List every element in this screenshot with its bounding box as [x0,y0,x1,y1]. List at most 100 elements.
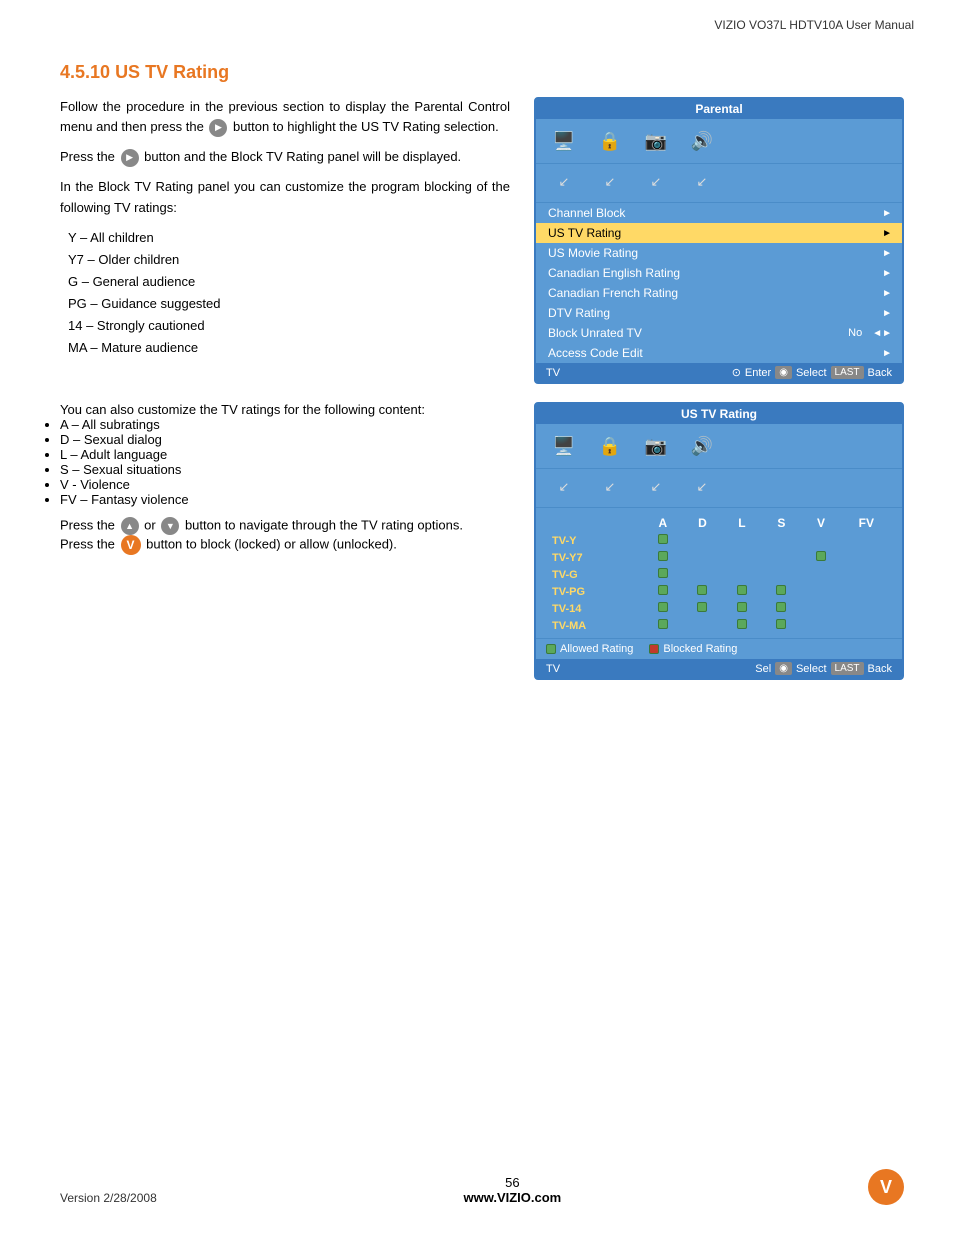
menu-item-block-unrated[interactable]: Block Unrated TV No ◄► [536,323,902,343]
menu-item-us-movie-rating[interactable]: US Movie Rating ► [536,243,902,263]
tv-rating-panel-footer: TV Sel ◉ Select LAST Back [536,659,902,678]
section-title: 4.5.10 US TV Rating [60,62,904,83]
menu-item-label: Canadian French Rating [548,286,678,300]
nav-down-button-icon: ▼ [161,517,179,535]
cell-tvg-v [801,566,841,583]
menu-item-dtv-rating[interactable]: DTV Rating ► [536,303,902,323]
cell-tvpg-v [801,583,841,600]
rating-dot-allowed [816,551,826,561]
footer-version: Version 2/28/2008 [60,1191,157,1205]
table-row: TV-Y7 [546,549,892,566]
tv-sub-icon-1: ↙ [546,471,582,503]
parental-sub-icon-4: ↙ [684,166,720,198]
tv-icon-lock: 🔒 [592,430,628,462]
tv-icon-speaker: 🔊 [684,430,720,462]
menu-item-label: US Movie Rating [548,246,638,260]
menu-item-access-code[interactable]: Access Code Edit ► [536,343,902,363]
row-label-tv14: TV-14 [546,600,643,617]
content-rating-item: V - Violence [60,477,510,492]
parental-menu: Channel Block ► US TV Rating ► US Movie … [536,203,902,363]
content-rating-item: D – Sexual dialog [60,432,510,447]
cell-tvma-fv [841,617,892,634]
col-v: V [801,514,841,532]
menu-item-canadian-english[interactable]: Canadian English Rating ► [536,263,902,283]
menu-item-canadian-french[interactable]: Canadian French Rating ► [536,283,902,303]
row-label-tvg: TV-G [546,566,643,583]
rating-dot-allowed [697,602,707,612]
rating-legend: Allowed Rating Blocked Rating [536,638,902,659]
enter-icon: ⊙ [732,366,741,379]
rating-dot-allowed [776,585,786,595]
menu-item-label: Block Unrated TV [548,326,642,340]
cell-tv14-v [801,600,841,617]
rating-dot-allowed [776,602,786,612]
col-fv: FV [841,514,892,532]
body-paragraph-1: In the Block TV Rating panel you can cus… [60,177,510,217]
legend-dot-blocked [649,644,659,654]
menu-item-label: DTV Rating [548,306,610,320]
rating-dot-allowed [658,534,668,544]
tv-rating-grid: A D L S V FV TV-Y [536,508,902,638]
content-ratings-list: A – All subratings D – Sexual dialog L –… [60,417,510,507]
cell-tvg-s [762,566,802,583]
parental-icon-monitor: 🖥️ [546,125,582,157]
tv-rating-panel-title: US TV Rating [536,404,902,424]
table-row: TV-MA [546,617,892,634]
cell-tvy-d [683,532,723,549]
rating-table-header: A D L S V FV [546,514,892,532]
tv-rating-panel: US TV Rating 🖥️ 🔒 📷 🔊 ↙ ↙ ↙ ↙ [534,402,904,680]
cell-tvg-a [643,566,683,583]
body-paragraph-2: You can also customize the TV ratings fo… [60,402,510,417]
body-paragraph-4: Press the V button to block (locked) or … [60,535,510,555]
parental-icon-lock: 🔒 [592,125,628,157]
menu-item-us-tv-rating[interactable]: US TV Rating ► [536,223,902,243]
page-footer: Version 2/28/2008 56 www.VIZIO.com V [0,1169,954,1205]
ctrl-last: LAST [831,366,864,379]
menu-item-channel-block[interactable]: Channel Block ► [536,203,902,223]
ctrl-enter: ◉ [775,662,792,675]
cell-tvpg-l [722,583,762,600]
cell-tv14-a [643,600,683,617]
menu-item-arrow: ► [882,228,892,239]
row-label-tvma: TV-MA [546,617,643,634]
tv-rating-sub-icons: ↙ ↙ ↙ ↙ [536,469,902,508]
cell-tv14-l [722,600,762,617]
cell-tvy-s [762,532,802,549]
menu-item-label: Access Code Edit [548,346,643,360]
cell-tvy7-fv [841,549,892,566]
page-content: 4.5.10 US TV Rating Follow the procedure… [0,32,954,680]
rating-item: Y7 – Older children [68,250,510,270]
cell-tvpg-a [643,583,683,600]
rating-item: G – General audience [68,272,510,292]
footer-center: 56 www.VIZIO.com [463,1175,561,1205]
menu-item-arrow: ► [882,308,892,319]
rating-item: Y – All children [68,228,510,248]
tv-icon-monitor: 🖥️ [546,430,582,462]
cell-tvg-d [683,566,723,583]
page-header: VIZIO VO37L HDTV10A User Manual [0,0,954,32]
cell-tv14-fv [841,600,892,617]
ctrl-enter: ◉ [775,366,792,379]
cell-tvy-l [722,532,762,549]
rating-dot-allowed [697,585,707,595]
cell-tvma-v [801,617,841,634]
parental-sub-icon-3: ↙ [638,166,674,198]
cell-tvy-a [643,532,683,549]
parental-sub-icon-2: ↙ [592,166,628,198]
legend-allowed: Allowed Rating [546,643,633,655]
rating-dot-allowed [737,585,747,595]
parental-panel-footer: TV ⊙ Enter ◉ Select LAST Back [536,363,902,382]
cell-tv14-d [683,600,723,617]
content-rating-item: L – Adult language [60,447,510,462]
footer-controls: Sel ◉ Select LAST Back [755,662,892,675]
cell-tvy7-d [683,549,723,566]
rating-item: 14 – Strongly cautioned [68,316,510,336]
legend-allowed-label: Allowed Rating [560,643,633,655]
rating-dot-allowed [658,585,668,595]
menu-item-arrow: ► [882,208,892,219]
row-label-tvpg: TV-PG [546,583,643,600]
parental-icon-speaker: 🔊 [684,125,720,157]
cell-tvma-l [722,617,762,634]
intro-paragraph-2: Press the ▶ button and the Block TV Rati… [60,147,510,167]
legend-blocked-label: Blocked Rating [663,643,737,655]
